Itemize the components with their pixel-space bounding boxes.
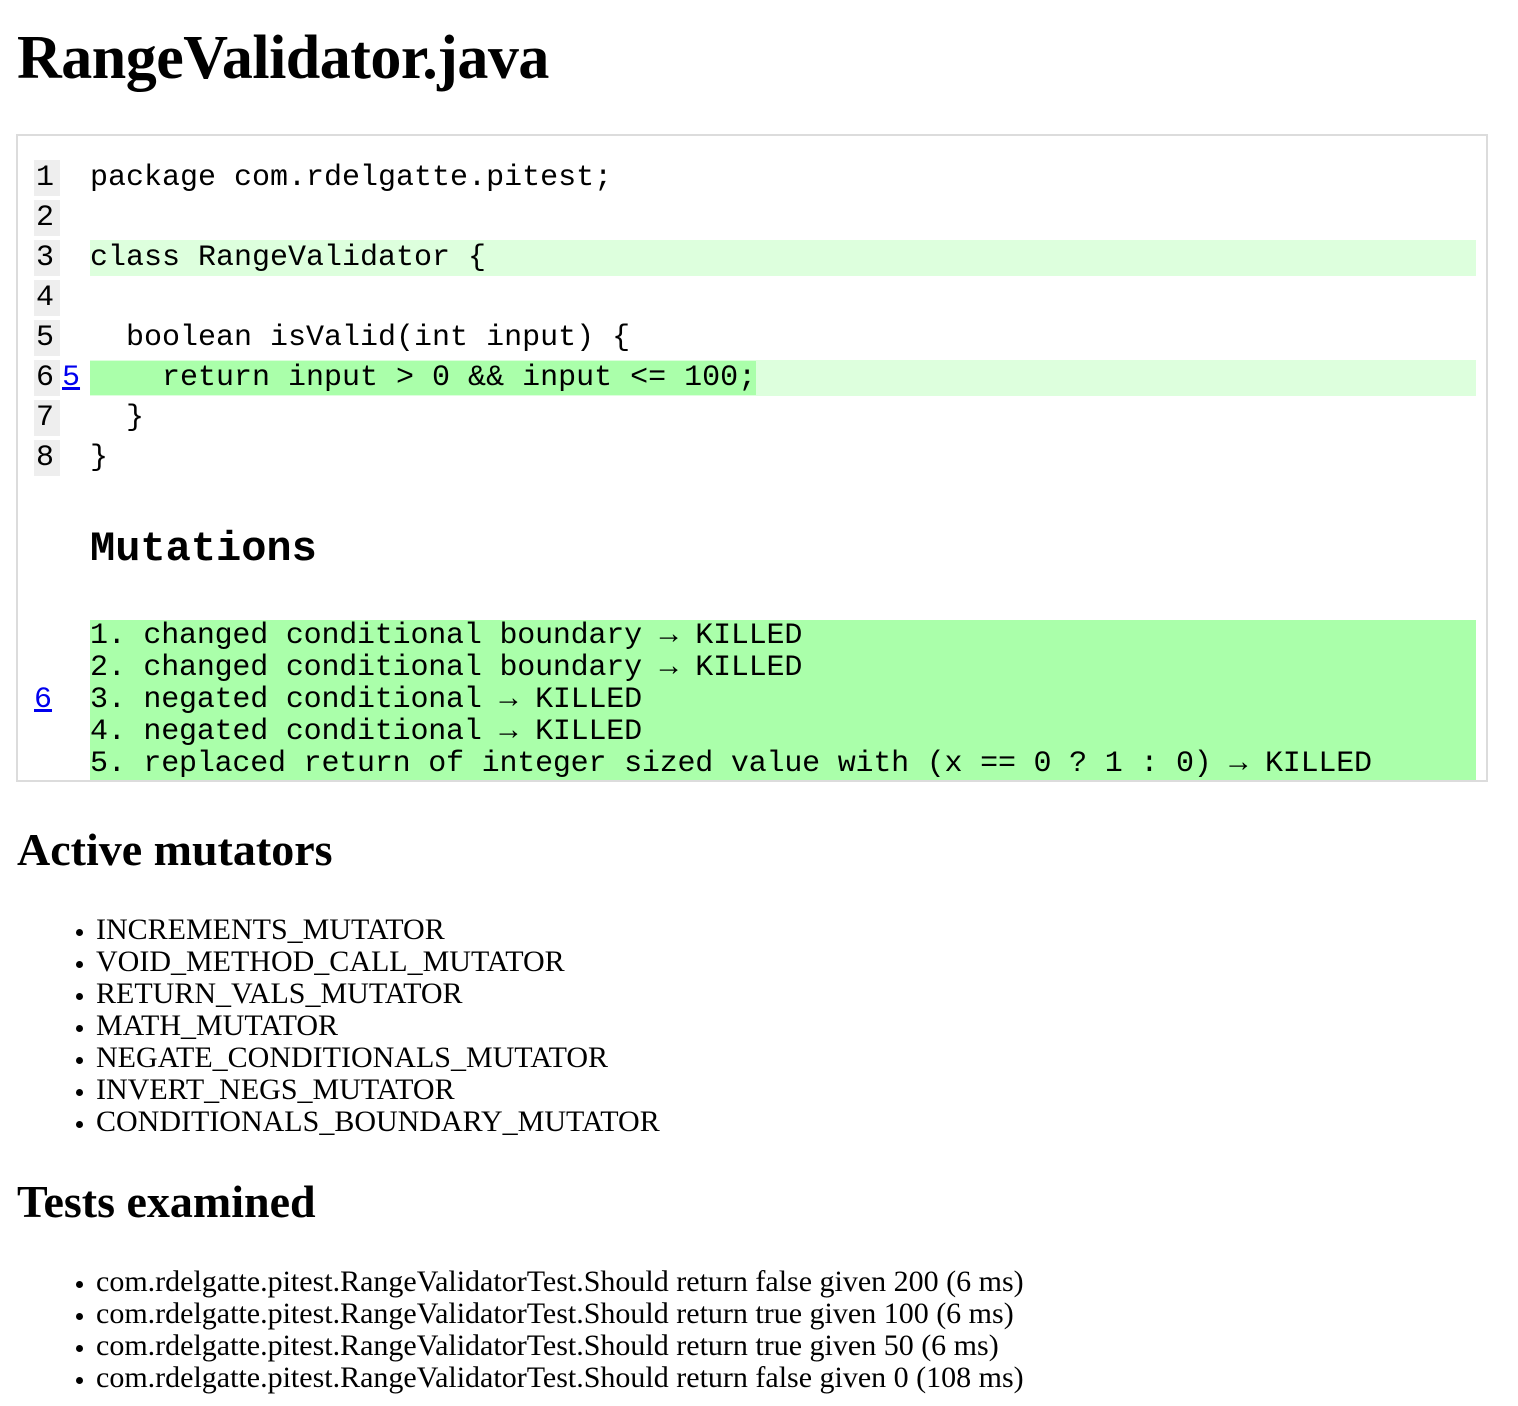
code-cell: boolean isValid(int input) { <box>90 320 1476 356</box>
code-line: 4 <box>18 280 1486 316</box>
code-line: 5 boolean isValid(int input) { <box>18 320 1486 356</box>
mutation-item: 4. negated conditional → KILLED <box>90 715 642 749</box>
list-item: com.rdelgatte.pitest.RangeValidatorTest.… <box>96 1362 1024 1394</box>
code-cell-covered: return input > 0 && input <= 100; <box>90 360 1476 396</box>
line-number: 1 <box>34 160 60 196</box>
mutation-line-link[interactable]: 6 <box>34 684 52 716</box>
list-item: INCREMENTS_MUTATOR <box>96 914 660 946</box>
code-text: package com.rdelgatte.pitest; <box>90 161 613 195</box>
mutation-item: 5. replaced return of integer sized valu… <box>90 747 1372 781</box>
code-text: class RangeValidator { <box>90 241 487 275</box>
list-item: CONDITIONALS_BOUNDARY_MUTATOR <box>96 1106 660 1138</box>
code-cell <box>90 200 1476 236</box>
code-line: 8 } <box>18 440 1486 476</box>
code-cell: } <box>90 400 1476 436</box>
mutation-item: 1. changed conditional boundary → KILLED <box>90 619 803 653</box>
source-code-panel: 1 package com.rdelgatte.pitest; 2 3 clas… <box>16 134 1488 782</box>
code-text: boolean isValid(int input) { <box>90 321 631 355</box>
active-mutators-list: INCREMENTS_MUTATOR VOID_METHOD_CALL_MUTA… <box>0 914 660 1138</box>
code-text: } <box>90 401 145 435</box>
code-text-killed: return input > 0 && input <= 100; <box>90 361 757 395</box>
page-title: RangeValidator.java <box>17 24 549 92</box>
code-line: 2 <box>18 200 1486 236</box>
mutation-item: 3. negated conditional → KILLED <box>90 683 642 717</box>
code-line: 7 } <box>18 400 1486 436</box>
mutation-count-link[interactable]: 5 <box>62 360 86 396</box>
line-number: 8 <box>34 440 60 476</box>
code-cell <box>90 280 1476 316</box>
list-item: MATH_MUTATOR <box>96 1010 660 1042</box>
code-line: 1 package com.rdelgatte.pitest; <box>18 160 1486 196</box>
list-item: VOID_METHOD_CALL_MUTATOR <box>96 946 660 978</box>
list-item: NEGATE_CONDITIONALS_MUTATOR <box>96 1042 660 1074</box>
mutation-list: 1. changed conditional boundary → KILLED… <box>90 620 1476 780</box>
mutation-item: 2. changed conditional boundary → KILLED <box>90 651 803 685</box>
line-number: 5 <box>34 320 60 356</box>
code-line: 3 class RangeValidator { <box>18 240 1486 276</box>
code-text: } <box>90 441 109 475</box>
list-item: com.rdelgatte.pitest.RangeValidatorTest.… <box>96 1330 1024 1362</box>
tests-examined-heading: Tests examined <box>17 1176 316 1227</box>
mutations-heading: Mutations <box>90 525 317 573</box>
line-number: 7 <box>34 400 60 436</box>
list-item: RETURN_VALS_MUTATOR <box>96 978 660 1010</box>
line-number: 3 <box>34 240 60 276</box>
code-cell-covered: class RangeValidator { <box>90 240 1476 276</box>
list-item: com.rdelgatte.pitest.RangeValidatorTest.… <box>96 1266 1024 1298</box>
code-cell: } <box>90 440 1476 476</box>
list-item: INVERT_NEGS_MUTATOR <box>96 1074 660 1106</box>
line-number: 4 <box>34 280 60 316</box>
list-item: com.rdelgatte.pitest.RangeValidatorTest.… <box>96 1298 1024 1330</box>
tests-examined-list: com.rdelgatte.pitest.RangeValidatorTest.… <box>0 1266 1024 1394</box>
code-cell: package com.rdelgatte.pitest; <box>90 160 1476 196</box>
active-mutators-heading: Active mutators <box>17 824 333 875</box>
code-line: 6 5 return input > 0 && input <= 100; <box>18 360 1486 396</box>
line-number: 6 <box>34 360 60 396</box>
line-number: 2 <box>34 200 60 236</box>
